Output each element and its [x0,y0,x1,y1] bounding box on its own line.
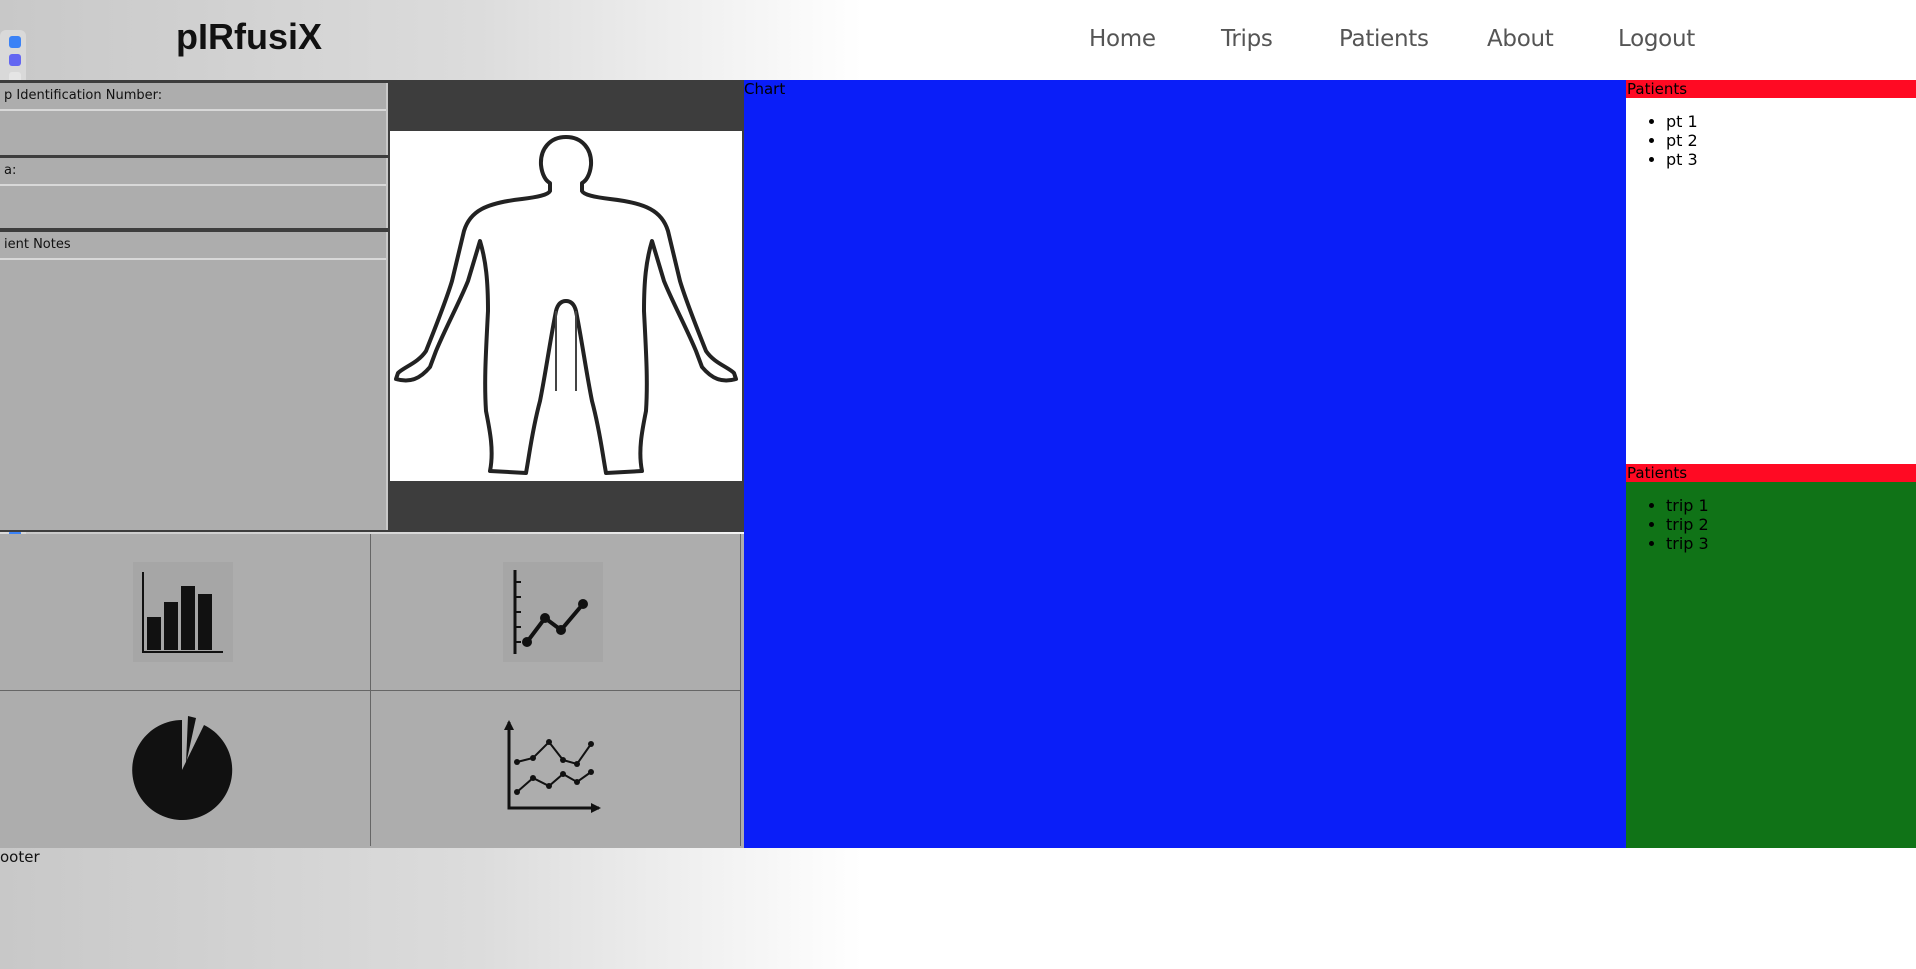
body-outline-image[interactable] [390,131,742,481]
trip-item-1[interactable]: trip 1 [1666,496,1916,515]
id-field-label: p Identification Number: [0,83,386,111]
trips-panel: Patients trip 1 trip 2 trip 3 [1626,464,1916,848]
nav-about[interactable]: About [1487,26,1554,52]
multi-line-chart-icon [504,720,601,813]
footer: ooter [0,848,40,866]
line-chart-icon [503,562,603,662]
patient-item-2[interactable]: pt 2 [1666,131,1916,150]
trips-list: trip 1 trip 2 trip 3 [1626,496,1916,553]
nav-logout[interactable]: Logout [1618,26,1695,52]
patients-panel: Patients pt 1 pt 2 pt 3 [1626,80,1916,464]
bar-chart-icon [133,562,233,662]
second-field-label: a: [0,158,386,186]
nav-home[interactable]: Home [1089,26,1156,52]
patients-list: pt 1 pt 2 pt 3 [1626,112,1916,169]
notes-field-label: ient Notes [0,232,386,260]
second-field[interactable]: a: [0,158,388,228]
notes-field[interactable]: ient Notes [0,232,388,530]
trips-panel-title: Patients [1626,464,1916,482]
patients-panel-title: Patients [1626,80,1916,98]
line-chart-option[interactable] [370,534,741,691]
nav-patients[interactable]: Patients [1339,26,1429,52]
patient-item-1[interactable]: pt 1 [1666,112,1916,131]
multi-line-chart-option[interactable] [370,690,741,846]
chart-title: Chart [744,80,786,98]
trip-item-3[interactable]: trip 3 [1666,534,1916,553]
chart-area[interactable]: Chart [744,80,1626,848]
pie-chart-icon [132,716,233,820]
nav-trips[interactable]: Trips [1221,26,1273,52]
bar-chart-option[interactable] [0,534,371,691]
pie-chart-option[interactable] [0,690,371,846]
trip-item-2[interactable]: trip 2 [1666,515,1916,534]
chart-type-selector [0,534,744,848]
brand-logo[interactable]: pIRfusiX [176,16,322,58]
patient-item-3[interactable]: pt 3 [1666,150,1916,169]
site-header: pIRfusiX Home Trips Patients About Logou… [0,0,1916,80]
id-field[interactable]: p Identification Number: [0,83,388,155]
